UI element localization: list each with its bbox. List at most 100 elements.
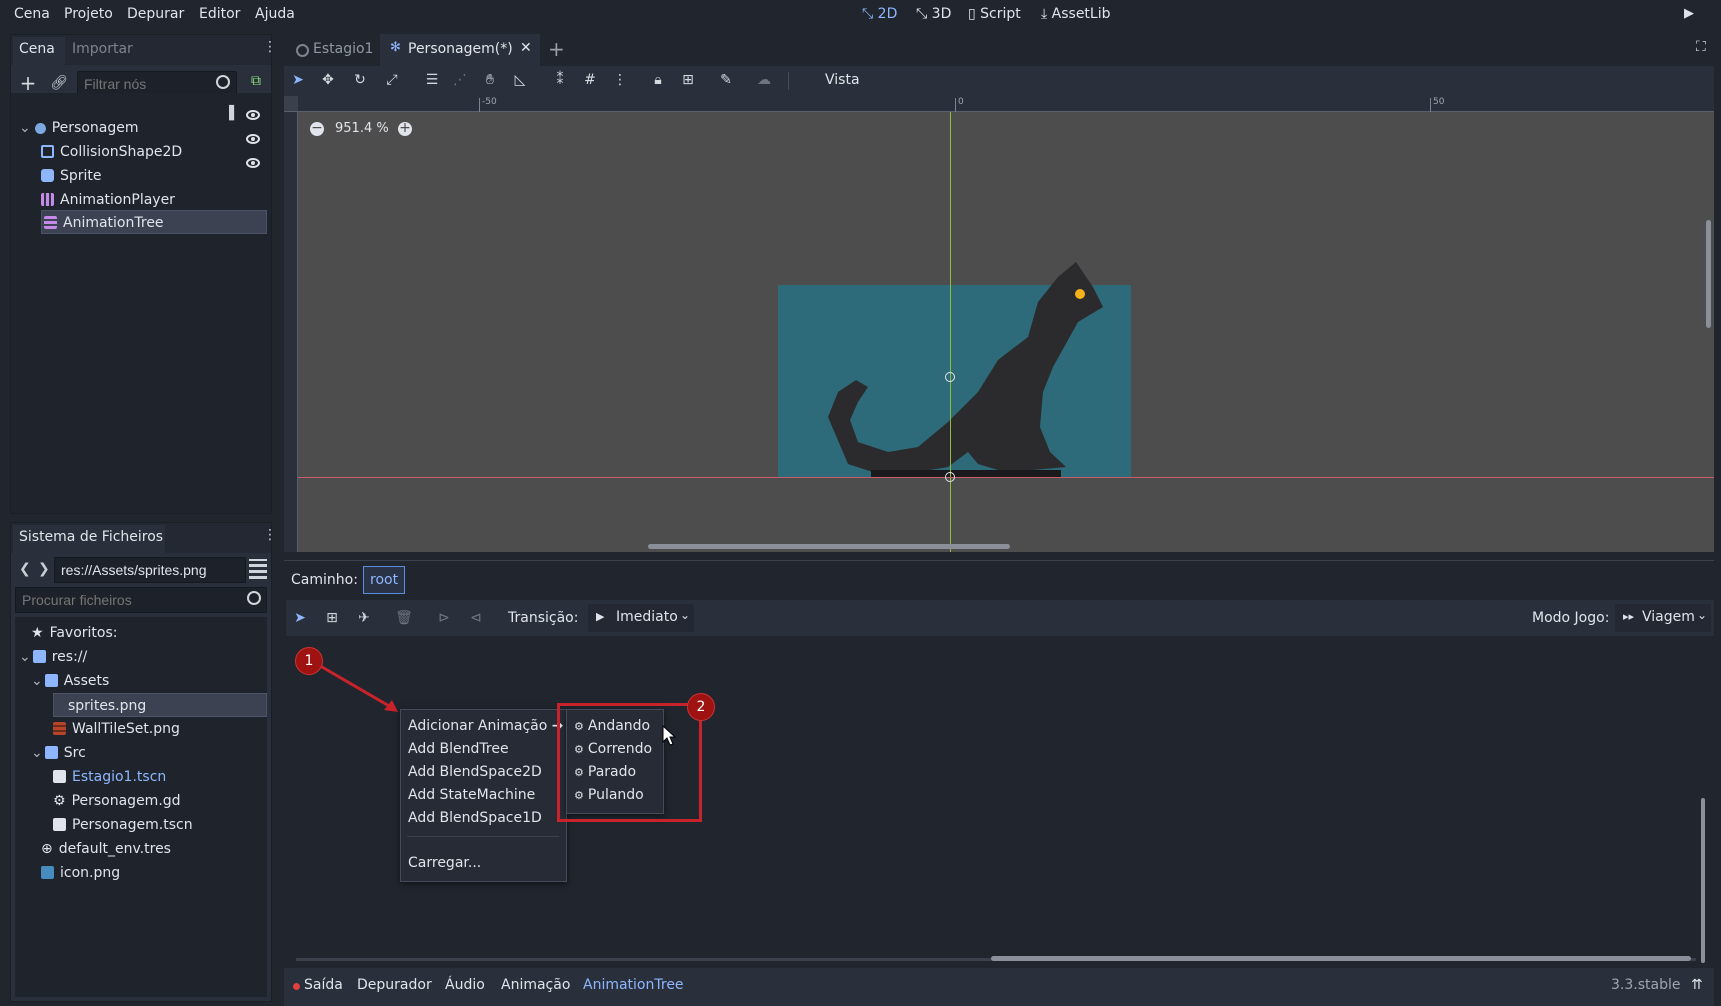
dock-menu-icon[interactable]: ⋮ — [263, 527, 277, 543]
bottom-tab-depurador[interactable]: Depurador — [357, 977, 432, 993]
tab-importar[interactable]: Importar — [72, 41, 133, 57]
folder-res[interactable]: ⌄ res:// — [19, 645, 87, 669]
tab-estagio1[interactable]: Estagio1 — [286, 36, 382, 64]
menu-add-blendtree[interactable]: Add BlendTree — [408, 741, 509, 757]
connect-nodes-icon[interactable]: ✈ — [354, 608, 374, 628]
snap-options-icon[interactable]: ⋮ — [610, 70, 630, 90]
smart-snap-icon[interactable]: ⁑ — [550, 70, 570, 90]
play-mode-dropdown[interactable]: ▸▸ Viagem ⌄ — [1615, 604, 1711, 632]
grid-snap-icon[interactable]: # — [580, 70, 600, 90]
select-node-icon[interactable]: ➤ — [290, 608, 310, 628]
visibility-eye-icon[interactable] — [246, 158, 260, 168]
bottom-tab-audio[interactable]: Áudio — [445, 977, 485, 993]
list-select-icon[interactable]: ☰ — [422, 70, 442, 90]
tree-node-animationtree[interactable]: AnimationTree — [41, 210, 267, 234]
pan-mode-icon[interactable]: ✋︎ — [480, 70, 500, 90]
folder-assets[interactable]: ⌄ Assets — [31, 669, 109, 693]
move-mode-icon[interactable]: ✥ — [318, 70, 338, 90]
graph-vertical-scrollbar[interactable] — [1701, 798, 1705, 963]
pivot-icon[interactable]: ⋰ — [450, 70, 470, 90]
canvas-viewport[interactable]: − 951.4 % + — [298, 112, 1714, 552]
fullscreen-icon[interactable]: ⛶ — [1696, 39, 1706, 55]
workspace-3d[interactable]: ⤡ 3D — [916, 6, 951, 22]
ruler-mode-icon[interactable]: ◺ — [510, 70, 530, 90]
menu-add-animation[interactable]: Adicionar Animação ➔ — [408, 718, 564, 734]
camera-override-icon[interactable]: ☁ — [754, 70, 774, 90]
workspace-script[interactable]: ▯ Script — [968, 6, 1021, 22]
folder-src[interactable]: ⌄ Src — [31, 741, 86, 765]
horizontal-ruler: -50 0 50 — [284, 96, 1714, 112]
file-estagio1-tscn[interactable]: Estagio1.tscn — [53, 765, 166, 789]
create-node-icon[interactable]: ⊞ — [322, 608, 342, 628]
menu-add-blendspace1d[interactable]: Add BlendSpace1D — [408, 810, 542, 826]
set-start-icon[interactable]: ⊳ — [434, 608, 454, 628]
menu-load[interactable]: Carregar... — [408, 855, 481, 871]
visibility-eye-icon[interactable] — [246, 110, 260, 120]
zoom-in-icon[interactable]: + — [398, 121, 412, 136]
file-personagem-gd[interactable]: ⚙ Personagem.gd — [53, 789, 181, 813]
file-personagem-tscn[interactable]: Personagem.tscn — [53, 813, 193, 837]
kinematic-body-icon — [34, 123, 46, 134]
delete-icon[interactable]: 🗑︎ — [394, 608, 414, 628]
add-node-icon[interactable]: + — [18, 71, 38, 95]
menu-add-statemachine[interactable]: Add StateMachine — [408, 787, 535, 803]
tab-cena[interactable]: Cena — [19, 41, 55, 57]
tab-personagem[interactable]: ✻ Personagem(*) ✕ — [380, 34, 540, 66]
bottom-tab-animacao[interactable]: Animação — [501, 977, 570, 993]
play-icon[interactable]: ▶ — [1684, 6, 1694, 21]
menu-cena[interactable]: Cena — [14, 6, 50, 22]
bottom-tab-saida[interactable]: Saída — [304, 977, 343, 993]
play-icon: ▶ — [596, 610, 605, 623]
tree-node-animationplayer[interactable]: AnimationPlayer — [41, 188, 175, 212]
path-field[interactable] — [54, 557, 246, 583]
expand-panel-icon[interactable]: ⇈ — [1691, 977, 1703, 993]
workspace-2d[interactable]: ⤡ 2D — [862, 6, 897, 22]
zoom-out-icon[interactable]: − — [310, 121, 324, 136]
path-root-button[interactable]: root — [363, 566, 406, 594]
workspace-assetlib[interactable]: ⤓ AssetLib — [1041, 6, 1111, 22]
dock-menu-icon[interactable]: ⋮ — [263, 39, 277, 55]
bottom-tab-animationtree[interactable]: AnimationTree — [583, 977, 684, 993]
view-menu[interactable]: Vista — [825, 72, 860, 88]
tree-node-sprite[interactable]: Sprite — [41, 164, 102, 188]
graph-horizontal-scrollbar[interactable] — [991, 956, 1691, 961]
scale-mode-icon[interactable]: ⤢ — [382, 70, 402, 90]
close-icon[interactable]: ✕ — [520, 40, 532, 56]
bone-icon[interactable]: ✎ — [716, 70, 736, 90]
lock-icon[interactable]: 🔒︎ — [648, 70, 668, 90]
menu-editor[interactable]: Editor — [199, 6, 240, 22]
new-tab-icon[interactable]: + — [548, 37, 565, 61]
file-default-env[interactable]: ⊕ default_env.tres — [41, 837, 171, 861]
script-attached-icon[interactable]: ▐ — [224, 106, 234, 121]
search-files-input[interactable] — [15, 587, 267, 613]
menu-ajuda[interactable]: Ajuda — [255, 6, 295, 22]
select-mode-icon[interactable]: ➤ — [288, 70, 308, 90]
rotate-mode-icon[interactable]: ↻ — [350, 70, 370, 90]
menu-add-blendspace2d[interactable]: Add BlendSpace2D — [408, 764, 542, 780]
chevron-down-icon: ⌄ — [1697, 608, 1708, 622]
toggle-split-icon[interactable] — [249, 559, 267, 579]
zoom-level[interactable]: 951.4 % — [335, 121, 389, 136]
group-icon[interactable]: ⊞ — [678, 70, 698, 90]
cat-sprite[interactable] — [828, 242, 1128, 482]
file-sprites-png[interactable]: sprites.png — [53, 693, 267, 717]
transition-dropdown[interactable]: ▶ Imediato ⌄ — [588, 604, 694, 632]
menu-projeto[interactable]: Projeto — [64, 6, 113, 22]
back-icon[interactable]: ❮ — [19, 561, 31, 577]
file-walltileset-png[interactable]: WallTileSet.png — [53, 717, 180, 741]
filesystem-dock: Sistema de Ficheiros ⋮ ❮ ❯ ★Favoritos: ⌄… — [10, 522, 277, 1002]
link-icon[interactable]: 🔗︎ — [49, 73, 69, 93]
forward-icon[interactable]: ❯ — [38, 561, 50, 577]
tab-filesystem[interactable]: Sistema de Ficheiros — [19, 529, 163, 545]
vertical-scrollbar[interactable] — [1706, 220, 1711, 328]
visibility-eye-icon[interactable] — [246, 134, 260, 144]
file-icon-png[interactable]: icon.png — [41, 861, 120, 885]
menu-depurar[interactable]: Depurar — [127, 6, 184, 22]
horizontal-scrollbar[interactable] — [648, 544, 1010, 549]
set-end-icon[interactable]: ⊲ — [466, 608, 486, 628]
tree-node-personagem[interactable]: ⌄ Personagem — [19, 116, 139, 140]
tree-node-collisionshape2d[interactable]: CollisionShape2D — [41, 140, 182, 164]
instance-scene-icon[interactable]: ⧉ — [251, 73, 261, 89]
favorites-item[interactable]: ★ Favoritos: — [31, 621, 117, 645]
gear-icon: ⚙ — [53, 793, 66, 809]
